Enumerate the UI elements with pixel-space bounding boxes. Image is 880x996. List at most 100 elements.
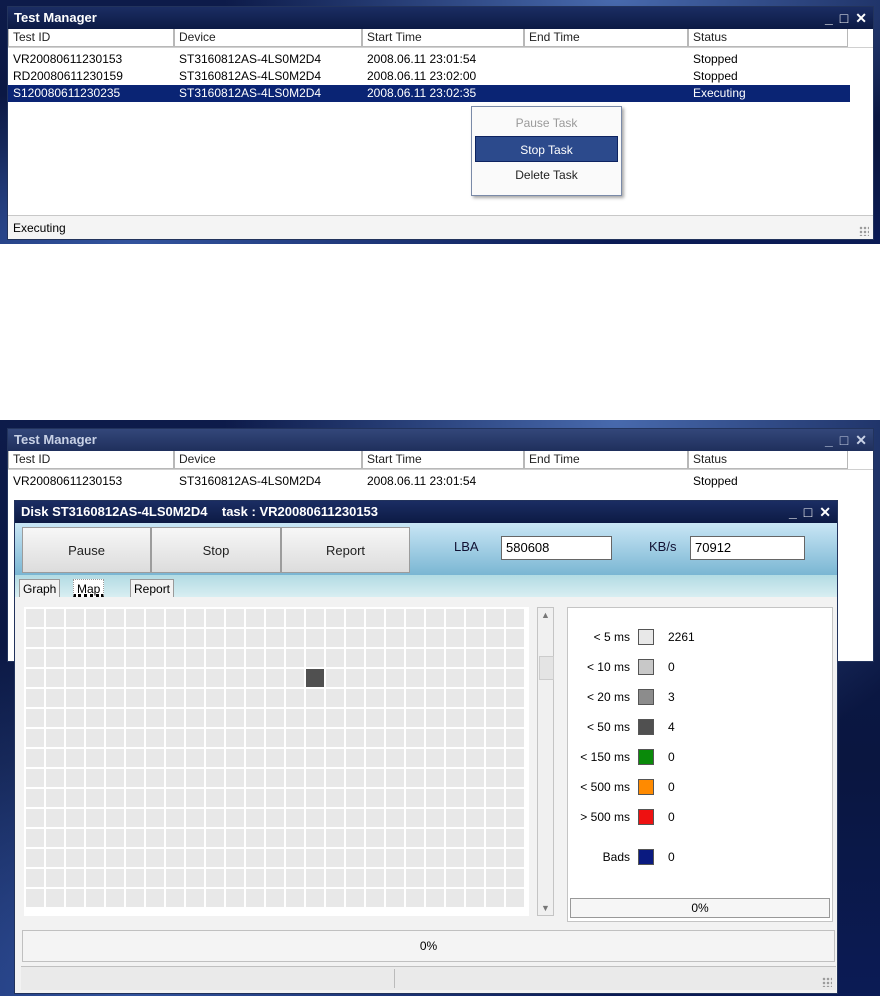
column-header-test-id[interactable]: Test ID [8, 29, 174, 47]
column-header-test-id[interactable]: Test ID [8, 451, 174, 469]
map-block [446, 709, 464, 727]
table-row[interactable]: VR20080611230153 ST3160812AS-4LS0M2D4 20… [8, 470, 873, 490]
map-block [486, 829, 504, 847]
map-block [106, 729, 124, 747]
maximize-icon[interactable]: □ [840, 7, 848, 29]
map-block [186, 789, 204, 807]
table-row[interactable]: VR20080611230153 ST3160812AS-4LS0M2D4 20… [8, 51, 873, 68]
cell-start-time: 2008.06.11 23:02:00 [367, 69, 477, 83]
map-block [186, 869, 204, 887]
column-header-device[interactable]: Device [174, 451, 362, 469]
maximize-icon[interactable]: □ [840, 429, 848, 451]
map-block [46, 729, 64, 747]
close-icon[interactable]: ✕ [855, 429, 867, 451]
map-block [26, 729, 44, 747]
map-block [326, 609, 344, 627]
map-block [386, 849, 404, 867]
legend-count: 3 [668, 690, 675, 704]
tab-report[interactable]: Report [130, 579, 175, 597]
map-block [106, 629, 124, 647]
column-header-start-time[interactable]: Start Time [362, 451, 524, 469]
map-block [486, 689, 504, 707]
map-block [366, 849, 384, 867]
map-block [186, 609, 204, 627]
map-block [326, 869, 344, 887]
report-button[interactable]: Report [281, 527, 410, 573]
map-block [246, 749, 264, 767]
map-scrollbar[interactable]: ▲ ▼ [537, 607, 554, 916]
minimize-icon[interactable]: _ [789, 501, 797, 523]
map-block [366, 809, 384, 827]
resize-grip-icon[interactable] [859, 226, 869, 236]
pause-button[interactable]: Pause [22, 527, 151, 573]
map-block [126, 749, 144, 767]
map-block [346, 769, 364, 787]
cell-end-time [524, 51, 688, 68]
map-block [86, 649, 104, 667]
map-block [206, 729, 224, 747]
window-titlebar[interactable]: Test Manager _ □ ✕ [8, 7, 873, 29]
column-header-start-time[interactable]: Start Time [362, 29, 524, 47]
cell-end-time [524, 68, 688, 85]
legend-row: < 5 ms 2261 [568, 627, 828, 647]
minimize-icon[interactable]: _ [825, 7, 833, 29]
map-block [346, 649, 364, 667]
map-block [86, 669, 104, 687]
resize-grip-icon[interactable] [822, 977, 832, 987]
table-row[interactable]: RD20080611230159 ST3160812AS-4LS0M2D4 20… [8, 68, 873, 85]
kbs-field[interactable]: 70912 [690, 536, 805, 560]
tab-graph[interactable]: Graph [19, 579, 61, 597]
maximize-icon[interactable]: □ [804, 501, 812, 523]
map-block [46, 749, 64, 767]
column-header-device[interactable]: Device [174, 29, 362, 47]
map-block [366, 729, 384, 747]
map-block [246, 889, 264, 907]
map-block [346, 629, 364, 647]
table-row-selected[interactable]: S120080611230235 ST3160812AS-4LS0M2D4 20… [8, 85, 850, 102]
menu-item-pause-task[interactable]: Pause Task [475, 110, 618, 136]
overall-progress-bar: 0% [22, 930, 835, 962]
map-block [446, 889, 464, 907]
map-block [366, 889, 384, 907]
map-block [386, 709, 404, 727]
column-header-end-time[interactable]: End Time [524, 29, 688, 47]
legend-label: Bads [602, 850, 630, 864]
context-menu: Pause Task Stop Task Delete Task [471, 106, 622, 196]
map-block [326, 729, 344, 747]
minimize-icon[interactable]: _ [825, 429, 833, 451]
map-block [126, 829, 144, 847]
map-block [346, 729, 364, 747]
map-block [266, 609, 284, 627]
column-header-status[interactable]: Status [688, 451, 848, 469]
map-block [66, 629, 84, 647]
close-icon[interactable]: ✕ [819, 501, 831, 523]
map-block [266, 729, 284, 747]
lba-field[interactable]: 580608 [501, 536, 612, 560]
scroll-down-icon[interactable]: ▼ [541, 903, 550, 913]
menu-item-delete-task[interactable]: Delete Task [475, 162, 618, 188]
legend-swatch [638, 809, 654, 825]
column-header-end-time[interactable]: End Time [524, 451, 688, 469]
window-controls: _ □ ✕ [825, 429, 867, 451]
column-header-status[interactable]: Status [688, 29, 848, 47]
map-block [266, 809, 284, 827]
map-block [186, 769, 204, 787]
map-block [466, 649, 484, 667]
window-titlebar[interactable]: Disk ST3160812AS-4LS0M2D4 task : VR20080… [15, 501, 837, 523]
stop-button[interactable]: Stop [151, 527, 281, 573]
map-block [146, 629, 164, 647]
map-block [186, 629, 204, 647]
scroll-up-icon[interactable]: ▲ [541, 610, 550, 620]
map-block [186, 649, 204, 667]
map-block [226, 729, 244, 747]
map-block [26, 669, 44, 687]
menu-item-stop-task[interactable]: Stop Task [475, 136, 618, 162]
map-block [46, 829, 64, 847]
tab-map[interactable]: Map [73, 579, 105, 597]
close-icon[interactable]: ✕ [855, 7, 867, 29]
scroll-thumb[interactable] [539, 656, 554, 680]
map-block [126, 609, 144, 627]
window-titlebar[interactable]: Test Manager _ □ ✕ [8, 429, 873, 451]
map-block [286, 729, 304, 747]
map-block [506, 649, 524, 667]
